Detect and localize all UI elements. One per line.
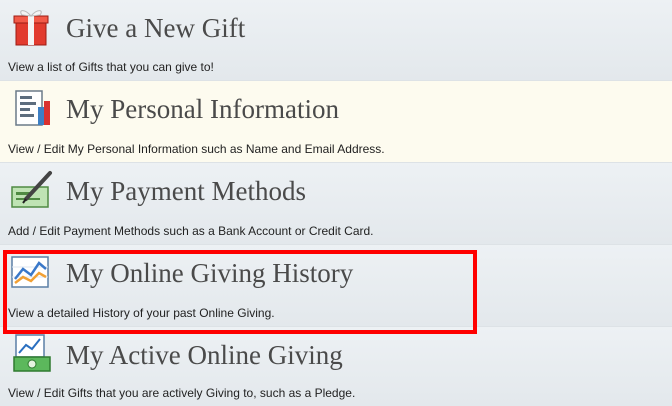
menu-item-title: Give a New Gift: [66, 13, 246, 43]
active-giving-icon: [10, 333, 54, 373]
menu-item-personal-information[interactable]: My Personal Information View / Edit My P…: [0, 81, 672, 163]
payment-methods-icon: [10, 169, 54, 209]
menu-item-title: My Online Giving History: [66, 258, 354, 288]
menu-item-title: My Payment Methods: [66, 176, 306, 206]
menu-item-payment-methods[interactable]: My Payment Methods Add / Edit Payment Me…: [0, 163, 672, 245]
menu-item-description: View / Edit My Personal Information such…: [8, 142, 385, 156]
menu-item-online-giving-history[interactable]: My Online Giving History View a detailed…: [0, 245, 672, 327]
menu-item-description: Add / Edit Payment Methods such as a Ban…: [8, 224, 374, 238]
menu-item-description: View / Edit Gifts that you are actively …: [8, 386, 356, 400]
personal-info-icon: [10, 87, 54, 127]
history-chart-icon: [10, 251, 54, 291]
gift-icon: [10, 6, 54, 46]
online-giving-menu: Give a New Gift View a list of Gifts tha…: [0, 0, 672, 406]
menu-item-description: View a list of Gifts that you can give t…: [8, 60, 214, 74]
menu-item-active-online-giving[interactable]: My Active Online Giving View / Edit Gift…: [0, 327, 672, 406]
menu-item-give-new-gift[interactable]: Give a New Gift View a list of Gifts tha…: [0, 0, 672, 81]
menu-item-title: My Personal Information: [66, 94, 339, 124]
menu-item-description: View a detailed History of your past Onl…: [8, 306, 275, 320]
menu-item-title: My Active Online Giving: [66, 340, 343, 370]
